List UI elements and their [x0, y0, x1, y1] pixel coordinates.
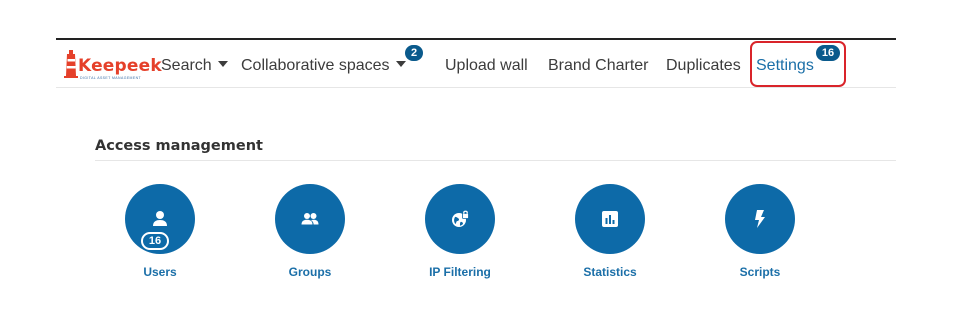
- tile-ip-filtering-label: IP Filtering: [429, 265, 491, 279]
- logo-tagline: DIGITAL ASSET MANAGEMENT: [80, 76, 142, 80]
- chevron-down-icon: [395, 60, 406, 67]
- scripts-tile-circle: [725, 184, 795, 254]
- bar-chart-icon: [602, 211, 618, 227]
- bolt-icon: [755, 210, 765, 228]
- nav-collaborative-spaces[interactable]: Collaborative spaces: [241, 57, 406, 75]
- tile-groups[interactable]: Groups: [255, 184, 365, 284]
- logo-wordmark: Keepeek: [78, 56, 162, 76]
- tile-ip-filtering[interactable]: IP Filtering: [405, 184, 515, 284]
- user-icon: [153, 211, 167, 226]
- nav-search-label: Search: [161, 57, 212, 74]
- nav-search[interactable]: Search: [161, 57, 228, 75]
- nav-brand-charter[interactable]: Brand Charter: [548, 57, 649, 75]
- chevron-down-icon: [217, 60, 228, 67]
- groups-tile-circle: [275, 184, 345, 254]
- nav-duplicates[interactable]: Duplicates: [666, 57, 741, 75]
- settings-badge: 16: [816, 45, 840, 61]
- users-icon: [301, 213, 319, 225]
- section-divider: [95, 160, 896, 161]
- tile-scripts[interactable]: Scripts: [705, 184, 815, 284]
- users-badge: 16: [141, 232, 169, 250]
- nav-settings[interactable]: Settings: [756, 57, 814, 75]
- globe-lock-icon: [452, 210, 469, 227]
- section-title: Access management: [95, 138, 263, 154]
- tile-users[interactable]: 16 Users: [105, 184, 215, 284]
- tile-groups-label: Groups: [288, 265, 332, 279]
- top-navbar: Keepeek DIGITAL ASSET MANAGEMENT Search …: [56, 40, 896, 88]
- keepeek-logo[interactable]: Keepeek DIGITAL ASSET MANAGEMENT: [64, 46, 162, 84]
- tile-scripts-label: Scripts: [739, 265, 781, 279]
- collaborative-spaces-badge: 2: [405, 45, 423, 61]
- nav-upload-wall[interactable]: Upload wall: [445, 57, 528, 75]
- nav-collaborative-spaces-label: Collaborative spaces: [241, 57, 390, 74]
- statistics-tile-circle: [575, 184, 645, 254]
- tile-users-label: Users: [143, 265, 177, 279]
- tile-statistics-label: Statistics: [583, 265, 637, 279]
- lighthouse-icon: [64, 50, 78, 78]
- tile-statistics[interactable]: Statistics: [555, 184, 665, 284]
- ip-filtering-tile-circle: [425, 184, 495, 254]
